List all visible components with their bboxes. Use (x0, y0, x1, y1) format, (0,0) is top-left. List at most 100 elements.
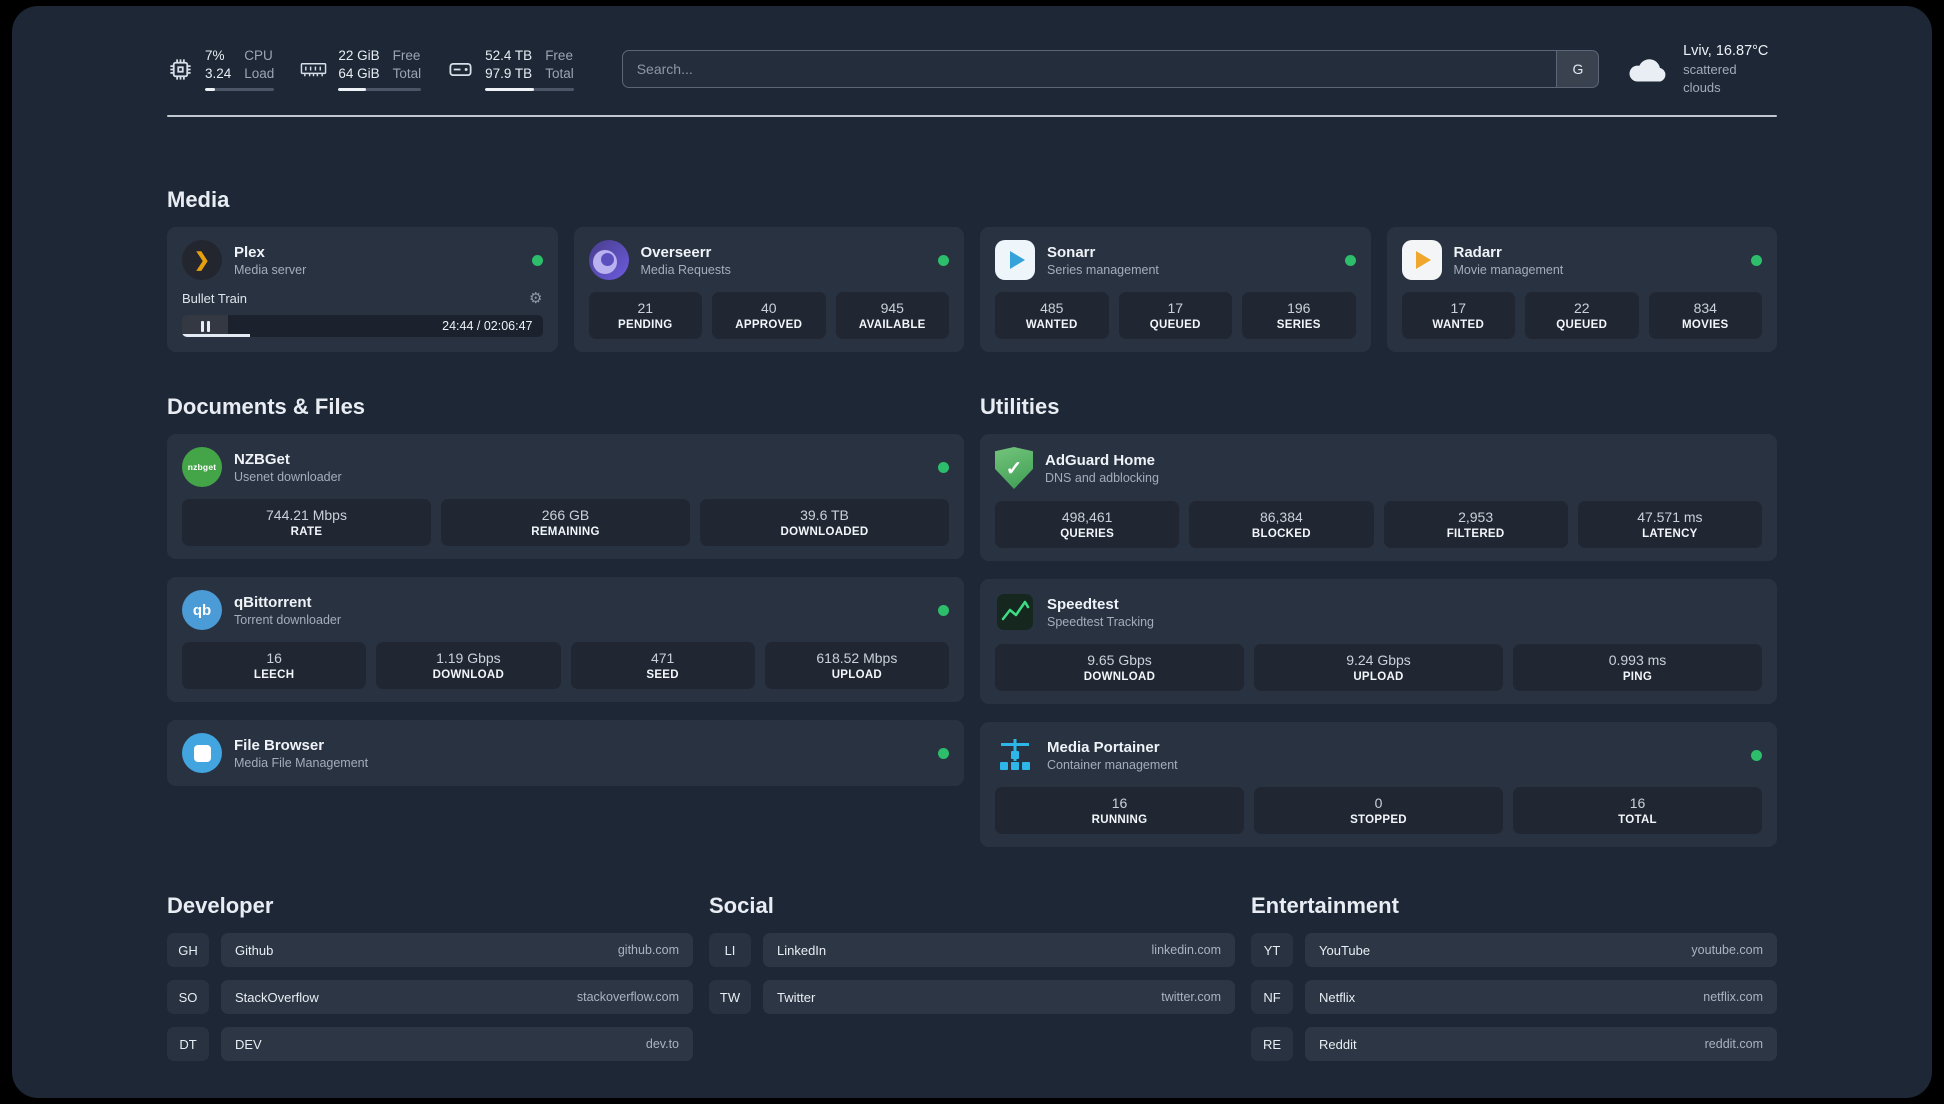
main-content: Media Plex Media server Bullet Train (167, 187, 1777, 1061)
stat-box: 945 AVAILABLE (835, 292, 949, 339)
app-subtitle: Usenet downloader (234, 469, 342, 484)
bookmark-name: StackOverflow (235, 989, 319, 1005)
app-card-nzbget[interactable]: nzbget NZBGet Usenet downloader 744.21 M… (167, 434, 964, 559)
app-card-speedtest[interactable]: Speedtest Speedtest Tracking 9.65 Gbps D… (980, 579, 1777, 704)
disk-total-label: Total (545, 65, 574, 81)
memory-usage-bar (338, 87, 422, 92)
bookmark-twitter[interactable]: TW Twitter twitter.com (709, 980, 1235, 1014)
app-subtitle: Media Requests (640, 262, 731, 277)
bookmark-name: Netflix (1319, 989, 1356, 1005)
adguard-icon (995, 447, 1033, 489)
stat-box: 196 SERIES (1242, 292, 1356, 339)
bookmark-abbr: YT (1251, 933, 1293, 967)
bookmark-name: Reddit (1319, 1036, 1357, 1052)
stat-box: 21 PENDING (588, 292, 702, 339)
app-subtitle: Movie management (1453, 262, 1564, 277)
bookmark-group-social: Social LI LinkedIn linkedin.com TW Twitt… (709, 893, 1235, 1061)
app-card-adguard[interactable]: AdGuard Home DNS and adblocking 498,461 … (980, 434, 1777, 561)
bookmark-linkedin[interactable]: LI LinkedIn linkedin.com (709, 933, 1235, 967)
section-heading-social: Social (709, 893, 774, 918)
app-subtitle: Media server (234, 262, 307, 277)
header-divider (167, 115, 1777, 117)
bookmark-url: twitter.com (1161, 990, 1221, 1004)
stat-box: 0 STOPPED (1254, 787, 1503, 834)
bookmark-name: YouTube (1319, 942, 1371, 958)
sonarr-icon (995, 240, 1035, 280)
playback-progress-bar[interactable]: 24:44 / 02:06:47 (182, 315, 543, 337)
app-title: Sonarr (1047, 243, 1096, 261)
bookmark-name: DEV (235, 1036, 262, 1052)
app-card-sonarr[interactable]: Sonarr Series management 485 WANTED 17 Q… (980, 227, 1371, 352)
bookmark-group-developer: Developer GH Github github.com SO StackO… (167, 893, 693, 1061)
stat-box: 618.52 Mbps UPLOAD (764, 642, 949, 689)
app-title: Media Portainer (1047, 738, 1160, 756)
app-card-plex[interactable]: Plex Media server Bullet Train (167, 227, 558, 352)
filebrowser-icon (182, 733, 222, 773)
stat-box: 22 QUEUED (1525, 292, 1639, 339)
disk-total: 97.9 TB (485, 65, 533, 81)
app-subtitle: Series management (1047, 262, 1159, 277)
app-title: NZBGet (234, 450, 290, 468)
app-card-filebrowser[interactable]: File Browser Media File Management (167, 720, 964, 786)
bookmark-url: github.com (617, 943, 679, 957)
bookmark-dev[interactable]: DT DEV dev.to (167, 1027, 693, 1061)
bookmark-youtube[interactable]: YT YouTube youtube.com (1251, 933, 1777, 967)
portainer-icon (995, 735, 1035, 775)
bookmark-url: dev.to (645, 1037, 679, 1051)
app-subtitle: Speedtest Tracking (1047, 614, 1155, 629)
cpu-label: CPU (244, 47, 273, 63)
status-online-dot (1751, 749, 1762, 761)
memory-widget: 22 GiB 64 GiB Free Total (300, 47, 422, 92)
app-card-portainer[interactable]: Media Portainer Container management 16 … (980, 722, 1777, 847)
stat-box: 16 RUNNING (995, 787, 1244, 834)
app-title: Overseerr (640, 243, 712, 261)
documents-column: Documents & Files nzbget NZBGet Usenet d… (167, 394, 964, 847)
bookmark-github[interactable]: GH Github github.com (167, 933, 693, 967)
gear-icon[interactable] (529, 291, 542, 306)
app-card-qbittorrent[interactable]: qb qBittorrent Torrent downloader 16 LEE… (167, 577, 964, 702)
progress-fill (182, 334, 251, 337)
stat-box: 17 WANTED (1401, 292, 1515, 339)
playback-time: 24:44 / 02:06:47 (442, 319, 533, 333)
overseerr-icon (588, 240, 629, 280)
status-online-dot (938, 254, 949, 266)
status-online-dot (938, 461, 949, 473)
search-bar: G (621, 50, 1600, 88)
weather-widget[interactable]: Lviv, 16.87°C scattered clouds (1625, 41, 1777, 98)
bookmark-netflix[interactable]: NF Netflix netflix.com (1251, 980, 1777, 1014)
stat-box: 47.571 ms LATENCY (1577, 501, 1762, 548)
status-online-dot (938, 747, 949, 759)
disk-usage-bar (485, 87, 574, 92)
app-title: qBittorrent (234, 593, 312, 611)
bookmark-abbr: GH (167, 933, 209, 967)
qbittorrent-icon: qb (182, 590, 222, 630)
bookmark-url: stackoverflow.com (576, 990, 679, 1004)
memory-free: 22 GiB (338, 47, 380, 63)
bookmark-abbr: DT (167, 1027, 209, 1061)
bookmark-reddit[interactable]: RE Reddit reddit.com (1251, 1027, 1777, 1061)
top-bar: 7% 3.24 CPU Load 22 GiB 64 GiB Free Tota… (167, 40, 1777, 98)
pause-icon (206, 320, 210, 332)
bookmark-stackoverflow[interactable]: SO StackOverflow stackoverflow.com (167, 980, 693, 1014)
disk-icon (449, 62, 472, 76)
app-card-overseerr[interactable]: Overseerr Media Requests 21 PENDING 40 A… (573, 227, 964, 352)
cpu-load: 3.24 (205, 65, 232, 81)
cpu-icon (170, 58, 191, 80)
status-online-dot (1751, 254, 1762, 266)
search-provider-button[interactable]: G (1556, 51, 1599, 87)
cloud-icon (1629, 59, 1666, 82)
weather-location: Lviv, 16.87°C (1683, 42, 1769, 59)
disk-free-label: Free (545, 47, 573, 63)
now-playing-widget: Bullet Train 24:44 / 02:06:47 (182, 291, 543, 337)
app-title: File Browser (234, 736, 325, 754)
stat-box: 39.6 TB DOWNLOADED (700, 499, 949, 546)
search-input[interactable] (622, 51, 1557, 87)
stat-box: 9.65 Gbps DOWNLOAD (995, 644, 1244, 691)
app-title: Plex (234, 243, 265, 261)
app-subtitle: DNS and adblocking (1045, 470, 1159, 485)
stat-box: 2,953 FILTERED (1383, 501, 1568, 548)
app-card-radarr[interactable]: Radarr Movie management 17 WANTED 22 QUE… (1386, 227, 1777, 352)
stat-box: 266 GB REMAINING (441, 499, 690, 546)
status-online-dot (531, 254, 543, 266)
app-subtitle: Torrent downloader (234, 612, 342, 627)
